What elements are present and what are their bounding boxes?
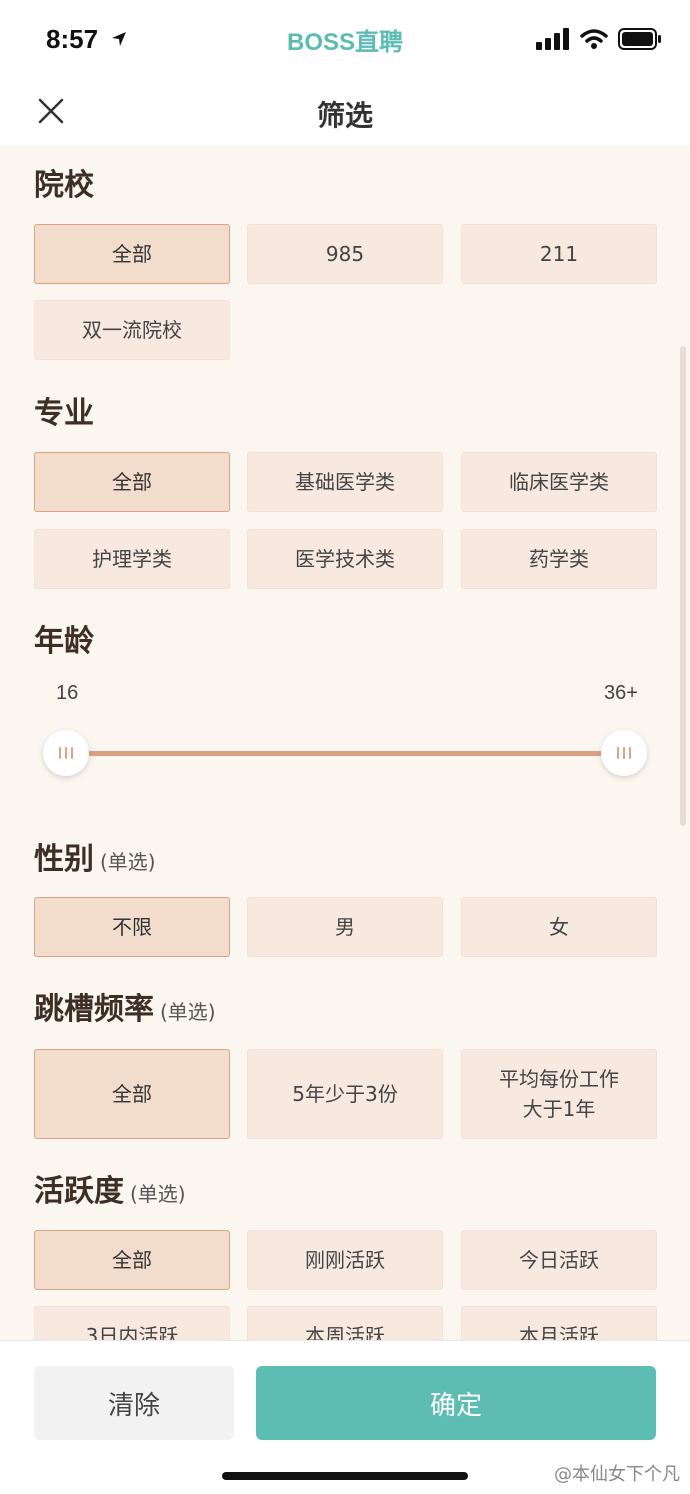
section-title-gender: 性别 (单选)	[34, 834, 156, 878]
page-title: 筛选	[316, 99, 373, 132]
job-hop-title-text: 跳槽频率	[34, 992, 154, 1027]
section-title-job-hop: 跳槽频率 (单选)	[34, 984, 216, 1028]
gender-title-text: 性别	[34, 842, 94, 877]
home-indicator[interactable]	[222, 1472, 468, 1480]
gender-option-any[interactable]: 不限	[34, 897, 230, 957]
gender-option-male[interactable]: 男	[247, 897, 443, 957]
activity-option-this-week[interactable]: 本周活跃	[247, 1306, 443, 1340]
battery-icon	[618, 28, 661, 50]
activity-single-select-note: (单选)	[130, 1182, 186, 1206]
age-max-label: 36+	[604, 682, 638, 704]
job-hop-option-less-than-3[interactable]: 5年少于3份	[247, 1049, 443, 1139]
activity-option-today[interactable]: 今日活跃	[461, 1230, 657, 1290]
watermark: @本仙女下个凡	[554, 1464, 680, 1485]
school-option-double-first-class[interactable]: 双一流院校	[34, 300, 230, 360]
signal-icon	[536, 28, 569, 50]
gender-option-female[interactable]: 女	[461, 897, 657, 957]
activity-option-just-active[interactable]: 刚刚活跃	[247, 1230, 443, 1290]
scrollbar[interactable]	[680, 346, 686, 826]
school-option-211[interactable]: 211	[461, 224, 657, 284]
job-hop-option-all[interactable]: 全部	[34, 1049, 230, 1139]
major-option-clinical-medicine[interactable]: 临床医学类	[461, 452, 657, 512]
wifi-icon	[580, 29, 608, 49]
clear-button[interactable]: 清除	[34, 1366, 234, 1440]
activity-option-this-month[interactable]: 本月活跃	[461, 1306, 657, 1340]
system-icons	[536, 28, 662, 50]
section-title-major: 专业	[34, 396, 94, 431]
activity-title-text: 活跃度	[34, 1174, 124, 1209]
gender-single-select-note: (单选)	[100, 850, 156, 874]
confirm-button[interactable]: 确定	[256, 1366, 656, 1440]
section-title-activity: 活跃度 (单选)	[34, 1166, 186, 1210]
age-slider-track[interactable]	[66, 751, 624, 756]
age-slider-min-handle[interactable]	[43, 730, 89, 776]
job-hop-single-select-note: (单选)	[160, 1000, 216, 1024]
activity-option-all[interactable]: 全部	[34, 1230, 230, 1290]
nav-bar: 筛选	[0, 80, 690, 146]
major-option-medical-technology[interactable]: 医学技术类	[247, 529, 443, 589]
section-title-school: 院校	[34, 168, 94, 203]
status-bar: 8:57 BOSS直聘	[0, 0, 690, 80]
major-option-all[interactable]: 全部	[34, 452, 230, 512]
section-title-age: 年龄	[34, 624, 94, 659]
filter-content[interactable]: 院校 全部 985 211 双一流院校 专业 全部 基础医学类 临床医学类 护理…	[0, 146, 690, 1340]
school-option-all[interactable]: 全部	[34, 224, 230, 284]
job-hop-option-over-1-year[interactable]: 平均每份工作 大于1年	[461, 1049, 657, 1139]
activity-option-3-days[interactable]: 3日内活跃	[34, 1306, 230, 1340]
major-option-nursing[interactable]: 护理学类	[34, 529, 230, 589]
school-option-985[interactable]: 985	[247, 224, 443, 284]
major-option-pharmacy[interactable]: 药学类	[461, 529, 657, 589]
age-min-label: 16	[56, 682, 79, 704]
age-slider-max-handle[interactable]	[601, 730, 647, 776]
major-option-basic-medicine[interactable]: 基础医学类	[247, 452, 443, 512]
